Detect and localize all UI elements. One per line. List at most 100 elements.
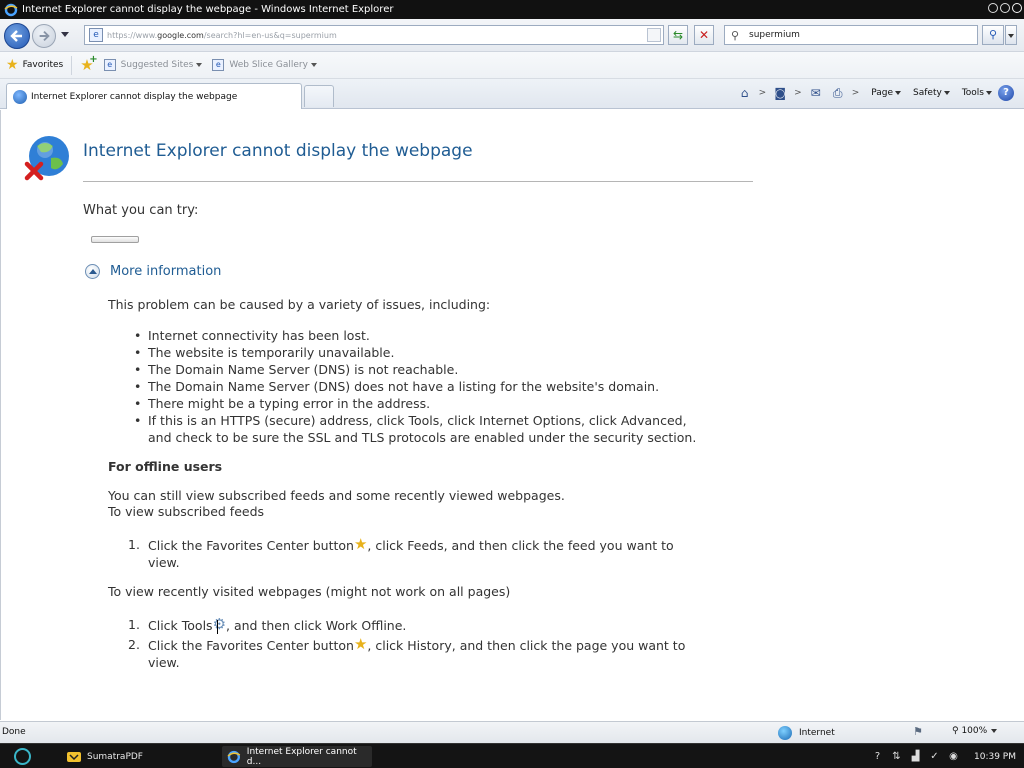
help-icon[interactable]: ? [998,85,1014,101]
mail-icon[interactable]: ✉ [808,85,824,101]
suggested-sites-label: Suggested Sites [120,60,194,70]
page-menu-label: Page [871,88,894,98]
stop-button[interactable]: ✕ [694,25,714,45]
title-bar: Internet Explorer cannot display the web… [0,0,1024,19]
tools-menu-label: Tools [961,88,984,98]
url-path: /search?hl=en-us&q=supermium [203,30,337,40]
page-menu[interactable]: Page [871,88,902,98]
search-input[interactable]: supermium [749,30,800,40]
recent-pages-dropdown[interactable] [61,32,69,37]
tab-label: Internet Explorer cannot display the web… [31,91,238,102]
navigation-bar: e https://www.google.com/search?hl=en-us… [0,19,1024,52]
search-box[interactable]: ⚲ supermium [724,25,978,45]
diagnose-connection-button[interactable] [91,236,139,243]
favorites-button[interactable]: ★ Favorites [6,55,73,75]
clock[interactable]: 10:39 PM [974,752,1016,762]
step-text: , click History, and then click the page… [367,638,686,653]
volume-tray-icon[interactable]: ◉ [947,750,960,763]
list-item: 1. Click Tools⚙, and then click Work Offl… [128,616,685,634]
arrow-left-icon [10,30,22,42]
step-number: 2. [128,637,140,652]
task-label: Internet Explorer cannot d... [246,746,357,767]
compatibility-view-button[interactable] [647,28,661,42]
security-zone[interactable]: Internet [778,725,835,741]
internet-explorer-icon [227,750,241,763]
more-information-toggle[interactable]: More information [85,264,221,279]
window-controls [988,3,1022,13]
status-bar: Done Internet ⚑ ⚲ 100% [0,721,1024,743]
error-globe-icon [24,136,69,181]
step-text: Click the Favorites Center button [148,538,354,553]
list-item: The Domain Name Server (DNS) is not reac… [134,361,687,378]
suggested-sites-link[interactable]: e Suggested Sites [103,59,203,71]
web-slice-gallery-link[interactable]: e Web Slice Gallery [212,59,317,71]
favorites-label: Favorites [22,60,64,70]
view-feeds-heading: To view subscribed feeds [108,504,265,519]
what-you-can-try-label: What you can try: [83,203,199,218]
print-dropdown[interactable]: > [852,88,860,98]
star-icon: ★ [6,57,19,73]
search-options-dropdown[interactable] [1005,25,1017,45]
page-title: Internet Explorer cannot display the web… [83,141,473,161]
list-item: view. [148,555,180,570]
zoom-icon: ⚲ [952,726,962,736]
favorites-center-icon: ★ [353,635,368,653]
maximize-button[interactable] [1000,3,1010,13]
shield-tray-icon[interactable]: ✓ [928,750,941,763]
help-tray-icon[interactable]: ? [871,750,884,763]
safety-menu[interactable]: Safety [913,88,950,98]
start-button[interactable] [14,748,31,765]
status-text: Done [2,727,26,737]
search-button[interactable]: ⚲ [982,25,1004,45]
tab-current[interactable]: Internet Explorer cannot display the web… [6,83,302,109]
refresh-button[interactable]: ⇆ [668,25,688,45]
taskbar-item-internet-explorer[interactable]: Internet Explorer cannot d... [222,746,372,767]
add-to-favorites-bar-button[interactable]: ★ + [80,54,97,74]
chevron-down-icon [991,729,998,733]
chevron-down-icon [943,91,950,95]
step-text: Click the Favorites Center button [148,638,354,653]
minimize-button[interactable] [988,3,998,13]
close-button[interactable] [1012,3,1022,13]
list-item: If this is an HTTPS (secure) address, cl… [134,412,687,429]
zone-label: Internet [799,728,835,738]
back-button[interactable] [4,23,30,49]
zoom-control[interactable]: ⚲ 100% [952,726,998,736]
page-icon: e [89,28,103,42]
list-item: view. [148,655,180,670]
step-number: 1. [128,617,140,632]
print-icon[interactable]: ⎙ [830,85,846,101]
step-text: , and then click Work Offline. [226,618,407,633]
safety-menu-label: Safety [913,88,942,98]
refresh-icon: ⇆ [672,28,684,42]
network-tray-icon[interactable]: ⇅ [890,750,903,763]
new-tab-button[interactable] [304,85,334,107]
url-domain: google.com [157,30,204,40]
stop-icon: ✕ [698,28,710,42]
home-dropdown[interactable]: > [759,88,767,98]
offline-heading: For offline users [108,459,223,474]
search-provider-icon: ⚲ [731,28,740,42]
taskbar-item-sumatrapdf[interactable]: SumatraPDF [62,746,212,767]
chevron-down-icon [895,91,902,95]
list-item: 1. Click the Favorites Center button★, cl… [128,536,674,554]
internet-explorer-icon [4,3,18,16]
window-title: Internet Explorer cannot display the web… [22,4,394,15]
favorites-bar: ★ Favorites ★ + e Suggested Sites e Web S… [0,52,1024,79]
feeds-icon[interactable]: ◙ [772,85,788,101]
divider [83,181,753,182]
feeds-dropdown[interactable]: > [794,88,802,98]
forward-button[interactable] [32,24,56,48]
tools-menu[interactable]: Tools [962,88,992,98]
protected-mode-icon[interactable]: ⚑ [913,725,923,738]
home-icon[interactable]: ⌂ [737,85,753,101]
intro-text: This problem can be caused by a variety … [108,297,491,312]
step-text: , click Feeds, and then click the feed y… [367,538,674,553]
list-item: The Domain Name Server (DNS) does not ha… [134,378,687,395]
recent-steps: 1. Click Tools⚙, and then click Work Offl… [128,616,686,671]
system-tray: ? ⇅ ▟ ✓ ◉ 10:39 PM [871,744,1024,768]
address-bar[interactable]: e https://www.google.com/search?hl=en-us… [84,25,664,45]
page-icon: e [212,59,225,71]
chevron-up-icon [85,264,100,279]
signal-tray-icon[interactable]: ▟ [909,750,922,763]
